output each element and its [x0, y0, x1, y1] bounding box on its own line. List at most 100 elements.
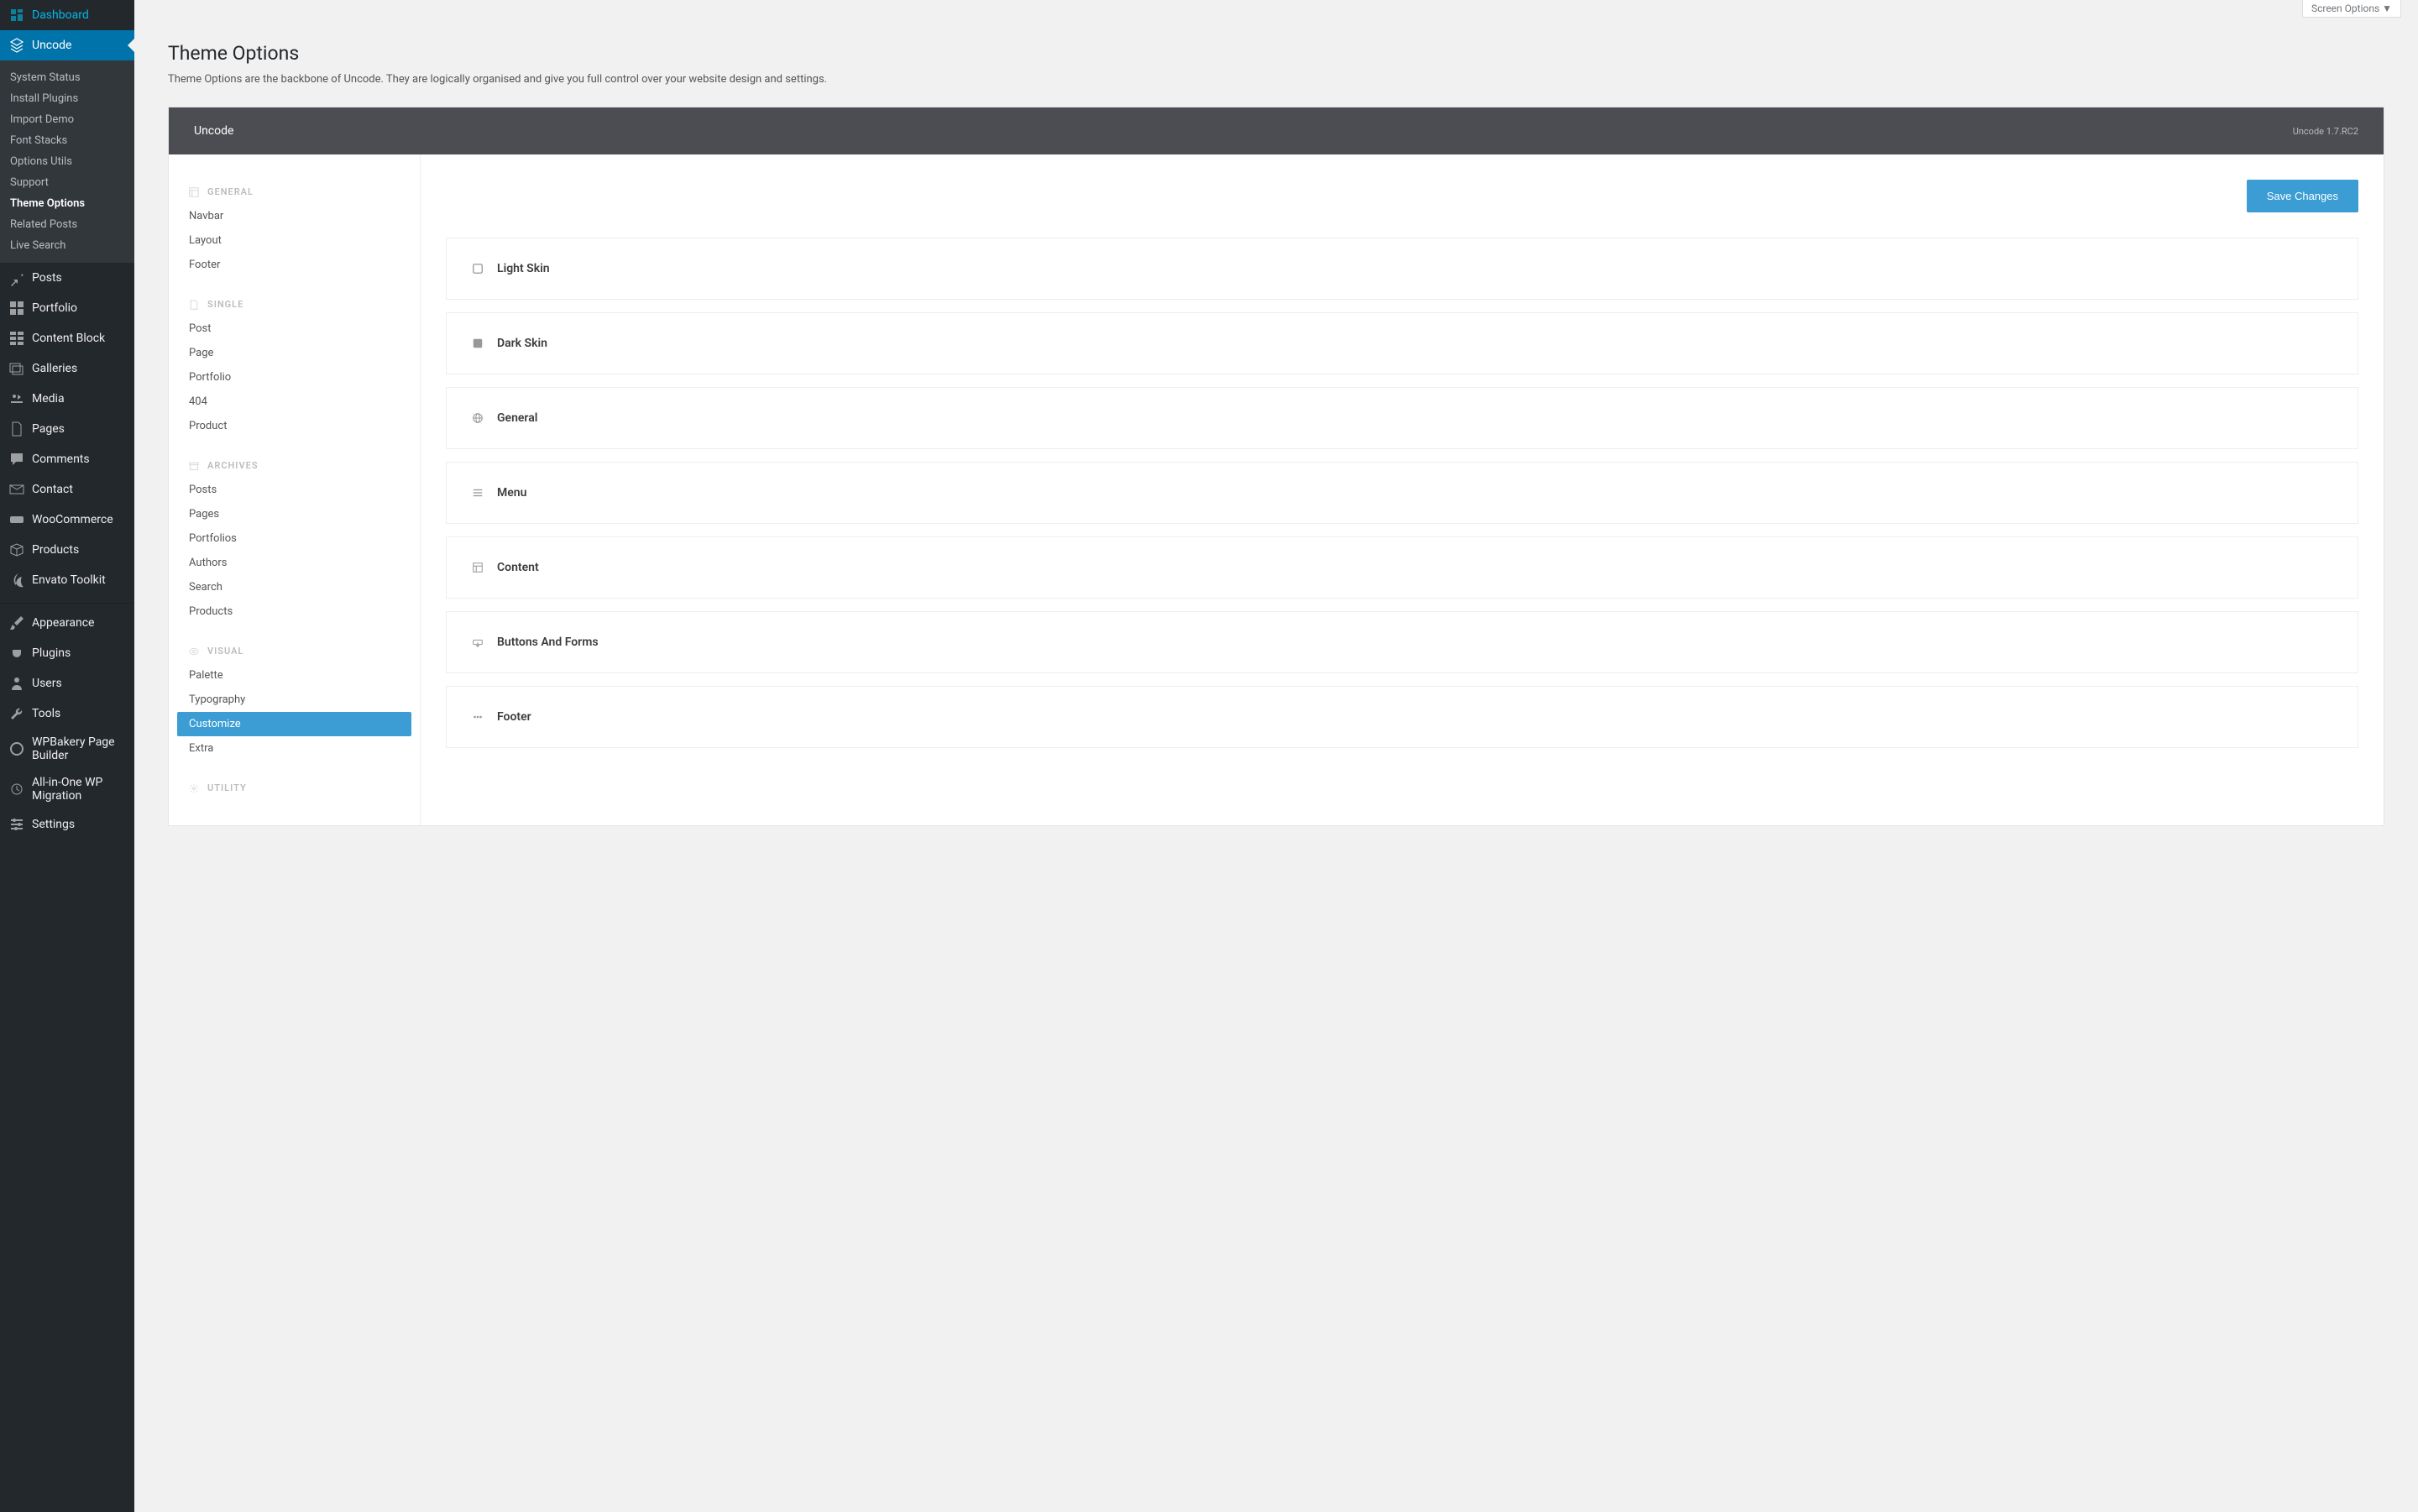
wp-menu-uncode[interactable]: Uncode — [0, 30, 134, 60]
wp-menu-label: Content Block — [32, 332, 105, 345]
gallery-icon — [8, 360, 25, 377]
wp-menu-label: Contact — [32, 483, 73, 496]
wp-menu-envato-toolkit[interactable]: Envato Toolkit — [0, 565, 134, 595]
page-title: Theme Options — [168, 42, 2384, 65]
wp-menu-comments[interactable]: Comments — [0, 444, 134, 474]
opt-row-content[interactable]: Content — [446, 536, 2358, 599]
screen-options-toggle[interactable]: Screen Options ▼ — [2302, 0, 2401, 18]
user-icon — [8, 675, 25, 692]
wpb-icon — [8, 740, 25, 757]
opt-section-visual: Visual — [177, 639, 411, 663]
wp-menu-portfolio[interactable]: Portfolio — [0, 293, 134, 323]
wp-menu-plugins[interactable]: Plugins — [0, 638, 134, 668]
wp-menu-users[interactable]: Users — [0, 668, 134, 698]
wp-submenu-system-status[interactable]: System Status — [0, 67, 134, 88]
wp-menu-label: Pages — [32, 422, 65, 436]
opt-item-portfolio[interactable]: Portfolio — [177, 365, 411, 390]
wp-menu-contact[interactable]: Contact — [0, 474, 134, 505]
wp-menu-label: Products — [32, 543, 79, 557]
wp-menu-label: Plugins — [32, 646, 71, 660]
opt-item-typography[interactable]: Typography — [177, 688, 411, 712]
wp-menu-content-block[interactable]: Content Block — [0, 323, 134, 353]
wp-submenu-theme-options[interactable]: Theme Options — [0, 193, 134, 214]
gear-icon — [189, 783, 207, 793]
opt-section-label: Visual — [207, 646, 243, 657]
opt-row-label: Dark Skin — [497, 337, 547, 350]
opt-row-general[interactable]: General — [446, 387, 2358, 449]
opt-item-posts[interactable]: Posts — [177, 478, 411, 502]
opt-item-products[interactable]: Products — [177, 599, 411, 624]
opt-item-pages[interactable]: Pages — [177, 502, 411, 526]
wp-submenu-import-demo[interactable]: Import Demo — [0, 109, 134, 130]
wp-menu-label: Portfolio — [32, 301, 77, 315]
opt-row-footer[interactable]: Footer — [446, 686, 2358, 748]
opt-item-footer[interactable]: Footer — [177, 253, 411, 277]
opt-section-archives: Archives — [177, 453, 411, 478]
woo-icon — [8, 511, 25, 528]
comment-icon — [8, 451, 25, 468]
opt-item-product[interactable]: Product — [177, 414, 411, 438]
opt-item-layout[interactable]: Layout — [177, 228, 411, 253]
wp-menu-appearance[interactable]: Appearance — [0, 608, 134, 638]
wp-menu-posts[interactable]: Posts — [0, 263, 134, 293]
wp-submenu-live-search[interactable]: Live Search — [0, 235, 134, 256]
opt-item-post[interactable]: Post — [177, 317, 411, 341]
dashboard-icon — [8, 7, 25, 24]
wp-menu-label: All-in-One WP Migration — [32, 776, 126, 803]
opt-item-customize[interactable]: Customize — [177, 712, 411, 736]
opt-section-label: Utility — [207, 782, 247, 793]
wp-menu-all-in-one-wp-migration[interactable]: All-in-One WP Migration — [0, 769, 134, 809]
opt-row-dark-skin[interactable]: Dark Skin — [446, 312, 2358, 374]
opt-section-label: Single — [207, 299, 243, 310]
options-content: Save Changes Light Skin Dark Skin General M… — [421, 154, 2384, 825]
migration-icon — [8, 781, 25, 798]
square-empty-icon — [472, 263, 497, 275]
opt-item-404[interactable]: 404 — [177, 390, 411, 414]
opt-section-utility: Utility — [177, 776, 411, 800]
wp-menu-dashboard[interactable]: Dashboard — [0, 0, 134, 30]
wp-menu-label: Comments — [32, 453, 90, 466]
square-fill-icon — [472, 337, 497, 349]
wp-menu-label: Posts — [32, 271, 62, 285]
wp-menu-tools[interactable]: Tools — [0, 698, 134, 729]
wp-menu-settings[interactable]: Settings — [0, 809, 134, 840]
menu-icon — [472, 487, 497, 499]
save-button[interactable]: Save Changes — [2247, 180, 2358, 212]
wp-menu-label: WPBakery Page Builder — [32, 735, 126, 762]
wp-menu-label: Appearance — [32, 616, 94, 630]
opt-item-portfolios[interactable]: Portfolios — [177, 526, 411, 551]
wp-menu-galleries[interactable]: Galleries — [0, 353, 134, 384]
opt-item-search[interactable]: Search — [177, 575, 411, 599]
media-icon — [8, 390, 25, 407]
opt-section-label: General — [207, 186, 254, 197]
wp-submenu-font-stacks[interactable]: Font Stacks — [0, 130, 134, 151]
wp-menu-pages[interactable]: Pages — [0, 414, 134, 444]
opt-item-extra[interactable]: Extra — [177, 736, 411, 761]
opt-item-page[interactable]: Page — [177, 341, 411, 365]
wrench-icon — [8, 705, 25, 722]
wp-menu-woocommerce[interactable]: WooCommerce — [0, 505, 134, 535]
opt-row-buttons-and-forms[interactable]: Buttons And Forms — [446, 611, 2358, 673]
options-panel: Uncode Uncode 1.7.RC2 General NavbarLayou… — [168, 107, 2384, 826]
opt-item-navbar[interactable]: Navbar — [177, 204, 411, 228]
grid-icon — [8, 300, 25, 317]
wp-submenu-install-plugins[interactable]: Install Plugins — [0, 88, 134, 109]
panel-header: Uncode Uncode 1.7.RC2 — [169, 107, 2384, 154]
wp-menu-media[interactable]: Media — [0, 384, 134, 414]
opt-row-label: Content — [497, 561, 539, 574]
wp-submenu-related-posts[interactable]: Related Posts — [0, 214, 134, 235]
wp-menu-wpbakery-page-builder[interactable]: WPBakery Page Builder — [0, 729, 134, 769]
opt-item-authors[interactable]: Authors — [177, 551, 411, 575]
opt-row-label: Footer — [497, 710, 531, 724]
globe-icon — [472, 412, 497, 424]
opt-row-light-skin[interactable]: Light Skin — [446, 238, 2358, 300]
opt-row-menu[interactable]: Menu — [446, 462, 2358, 524]
wp-submenu-options-utils[interactable]: Options Utils — [0, 151, 134, 172]
wp-submenu-support[interactable]: Support — [0, 172, 134, 193]
opt-row-label: Light Skin — [497, 262, 550, 275]
dots-icon — [472, 711, 497, 723]
wp-menu-products[interactable]: Products — [0, 535, 134, 565]
archive-icon — [189, 461, 207, 471]
opt-item-palette[interactable]: Palette — [177, 663, 411, 688]
eye-icon — [189, 646, 207, 657]
